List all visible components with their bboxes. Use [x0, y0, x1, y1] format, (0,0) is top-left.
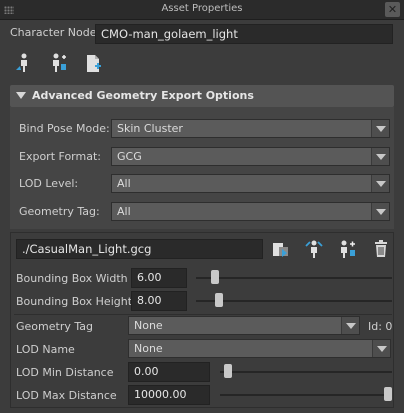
- bounding-box-height-slider-handle[interactable]: [215, 293, 223, 307]
- bounding-box-height-label: Bounding Box Height: [16, 295, 133, 308]
- lod-min-distance-slider-handle[interactable]: [224, 364, 232, 378]
- geometry-file-path-field[interactable]: ./CasualMan_Light.gcg: [16, 239, 263, 259]
- bounding-box-height-field[interactable]: 8.00: [131, 291, 187, 311]
- geometry-tag-filter-value: All: [117, 205, 131, 218]
- geometry-tag-label: Geometry Tag: [16, 320, 93, 333]
- section-title: Advanced Geometry Export Options: [32, 89, 254, 102]
- bind-pose-mode-label: Bind Pose Mode:: [19, 122, 110, 135]
- export-format-label: Export Format:: [19, 150, 101, 163]
- character-node-label: Character Node: [10, 26, 97, 39]
- trash-icon[interactable]: [370, 238, 392, 260]
- bounding-box-width-field[interactable]: 6.00: [131, 268, 187, 288]
- window-title: Asset Properties: [161, 3, 243, 14]
- geometry-tag-value: None: [134, 319, 163, 332]
- bounding-box-height-slider-track[interactable]: [196, 300, 392, 302]
- chevron-down-icon: [372, 340, 390, 357]
- lod-level-value: All: [117, 177, 131, 190]
- geometry-bind-icon[interactable]: [270, 238, 292, 260]
- chevron-down-icon: [371, 120, 389, 137]
- geometry-tag-filter-dropdown[interactable]: All: [111, 202, 390, 221]
- bounding-box-width-slider-track[interactable]: [196, 277, 392, 279]
- lod-level-label: LOD Level:: [19, 177, 79, 190]
- export-format-value: GCG: [117, 150, 142, 163]
- chevron-down-icon: [371, 148, 389, 165]
- lod-max-distance-label: LOD Max Distance: [16, 389, 117, 402]
- bind-pose-mode-value: Skin Cluster: [117, 122, 183, 135]
- lod-name-dropdown[interactable]: None: [128, 339, 391, 358]
- lod-max-distance-slider-track[interactable]: [220, 394, 392, 396]
- divider: [14, 314, 392, 315]
- geometry-tag-id: Id: 0: [368, 320, 393, 333]
- lod-min-distance-slider-track[interactable]: [220, 371, 392, 373]
- character-add-geometry-icon[interactable]: [336, 238, 358, 260]
- bind-pose-mode-dropdown[interactable]: Skin Cluster: [111, 119, 390, 138]
- lod-level-dropdown[interactable]: All: [111, 174, 390, 193]
- collapse-triangle-icon[interactable]: [16, 92, 26, 99]
- lod-name-label: LOD Name: [16, 343, 75, 356]
- lod-max-distance-field[interactable]: 10000.00: [128, 385, 210, 405]
- lod-min-distance-field[interactable]: 0.00: [128, 362, 210, 382]
- title-bar: Asset Properties ✕: [0, 0, 404, 20]
- close-button[interactable]: ✕: [385, 2, 400, 17]
- character-select-icon[interactable]: [14, 52, 36, 74]
- lod-min-distance-label: LOD Min Distance: [16, 366, 114, 379]
- character-link-icon[interactable]: [303, 238, 325, 260]
- add-file-icon[interactable]: [82, 52, 104, 74]
- lod-name-value: None: [134, 342, 163, 355]
- character-node-row: Character Node: [10, 26, 97, 39]
- lod-max-distance-slider-handle[interactable]: [384, 387, 392, 401]
- geometry-tag-dropdown[interactable]: None: [128, 316, 360, 335]
- character-add-icon[interactable]: [47, 52, 69, 74]
- character-node-field[interactable]: CMO-man_golaem_light: [95, 24, 393, 44]
- advanced-geometry-export-header[interactable]: Advanced Geometry Export Options: [10, 85, 394, 107]
- bounding-box-width-slider-handle[interactable]: [211, 270, 219, 284]
- geometry-tag-filter-label: Geometry Tag:: [19, 205, 100, 218]
- export-format-dropdown[interactable]: GCG: [111, 147, 390, 166]
- chevron-down-icon: [371, 203, 389, 220]
- bounding-box-width-label: Bounding Box Width: [16, 272, 128, 285]
- chevron-down-icon: [341, 317, 359, 334]
- chevron-down-icon: [371, 175, 389, 192]
